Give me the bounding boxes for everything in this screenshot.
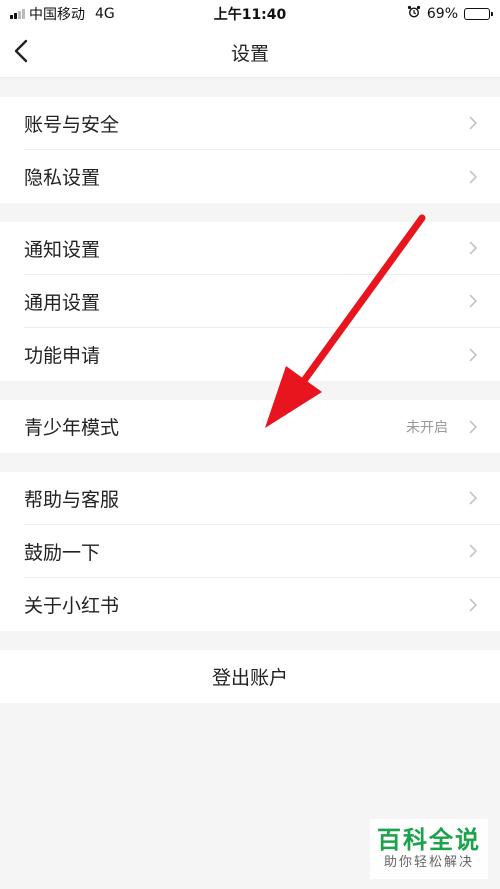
settings-item-general[interactable]: 通用设置	[24, 275, 500, 328]
settings-item-help[interactable]: 帮助与客服	[24, 472, 500, 525]
watermark-title: 百科全说	[377, 826, 481, 854]
logout-button[interactable]: 登出账户	[0, 650, 500, 703]
settings-item-label: 通知设置	[24, 238, 101, 261]
settings-group-account: 账号与安全 隐私设置	[0, 97, 500, 203]
watermark-logo: 百科全说 助你轻松解决	[370, 819, 488, 879]
settings-group-general: 通知设置 通用设置 功能申请	[0, 222, 500, 381]
settings-item-about[interactable]: 关于小红书	[24, 578, 500, 631]
chevron-right-icon	[468, 543, 478, 559]
chevron-right-icon	[468, 240, 478, 256]
settings-item-label: 帮助与客服	[24, 488, 120, 511]
chevron-right-icon	[468, 293, 478, 309]
youth-mode-status: 未开启	[406, 419, 448, 436]
chevron-right-icon	[468, 115, 478, 131]
settings-item-label: 鼓励一下	[24, 541, 101, 564]
status-right: 69%	[407, 5, 493, 23]
settings-group-youth: 青少年模式 未开启	[0, 400, 500, 453]
status-bar: 中国移动 4G 上午11:40 69%	[0, 0, 500, 28]
settings-item-privacy[interactable]: 隐私设置	[24, 150, 500, 203]
signal-strength-icon	[10, 9, 25, 19]
chevron-right-icon	[468, 347, 478, 363]
chevron-right-icon	[468, 490, 478, 506]
settings-item-notifications[interactable]: 通知设置	[24, 222, 500, 275]
settings-item-label: 账号与安全	[24, 113, 120, 136]
alarm-clock-icon	[407, 5, 421, 23]
navigation-bar: 设置	[0, 28, 500, 78]
chevron-left-icon	[14, 39, 28, 67]
chevron-right-icon	[468, 419, 478, 435]
settings-item-label: 隐私设置	[24, 167, 101, 189]
watermark-subtitle: 助你轻松解决	[383, 855, 474, 870]
settings-item-label: 通用设置	[24, 291, 101, 314]
battery-percent: 69%	[426, 6, 458, 22]
chevron-right-icon	[468, 597, 478, 613]
page-title: 设置	[230, 43, 269, 65]
settings-item-label: 功能申请	[24, 345, 101, 367]
settings-item-encourage[interactable]: 鼓励一下	[24, 525, 500, 578]
settings-item-feature-request[interactable]: 功能申请	[24, 328, 500, 381]
chevron-right-icon	[468, 169, 478, 185]
back-button[interactable]	[14, 28, 54, 78]
battery-icon	[464, 8, 493, 20]
carrier-name: 中国移动	[29, 7, 85, 23]
settings-group-about: 帮助与客服 鼓励一下 关于小红书	[0, 472, 500, 631]
network-type: 4G	[95, 6, 115, 22]
settings-item-youth-mode[interactable]: 青少年模式 未开启	[24, 400, 500, 453]
settings-item-label: 关于小红书	[24, 595, 120, 617]
settings-item-label: 青少年模式	[24, 417, 120, 439]
settings-item-account-security[interactable]: 账号与安全	[24, 97, 500, 150]
